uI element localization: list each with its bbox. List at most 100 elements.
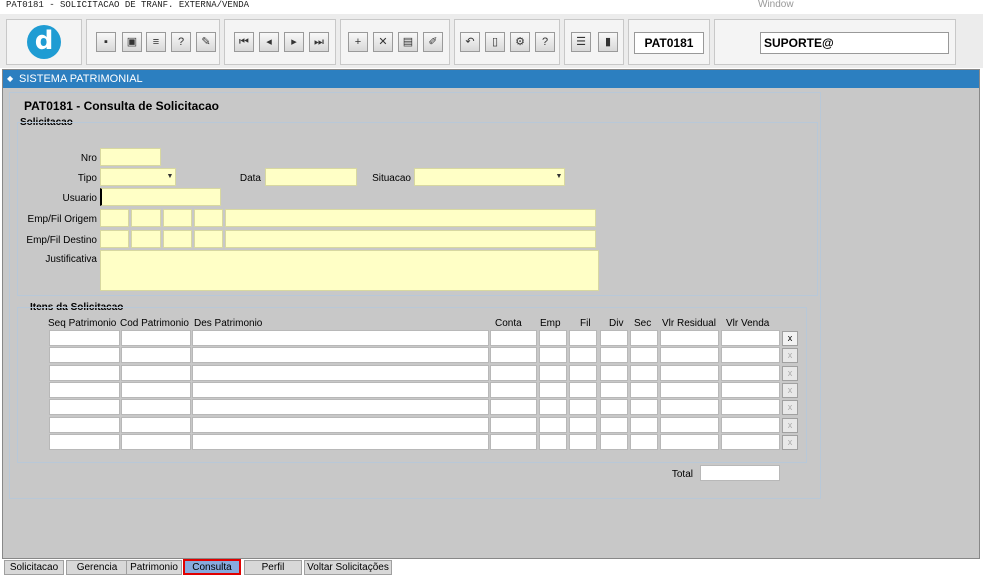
cell-des[interactable] <box>192 416 489 433</box>
cell-div[interactable] <box>600 399 628 416</box>
cell-emp[interactable] <box>539 364 567 381</box>
menu-icon[interactable]: ☰ <box>571 32 591 52</box>
tab-voltar-solicita-es[interactable]: Voltar Solicitações <box>304 560 392 575</box>
delete-row-button[interactable]: x <box>782 400 798 416</box>
data-field[interactable] <box>265 168 357 186</box>
first-record-icon[interactable]: ⏮ <box>234 32 254 52</box>
cell-conta[interactable] <box>490 381 537 398</box>
cell-fil[interactable] <box>569 433 597 450</box>
cell-div[interactable] <box>600 347 628 364</box>
cell-vlr-venda[interactable] <box>721 347 780 364</box>
destino-desc-field[interactable] <box>225 230 596 248</box>
situacao-select[interactable]: ▼ <box>414 168 565 186</box>
origem-div-field[interactable] <box>163 209 192 227</box>
origem-desc-field[interactable] <box>225 209 596 227</box>
delete-row-button[interactable]: x <box>782 365 798 381</box>
cell-des[interactable] <box>192 399 489 416</box>
cell-emp[interactable] <box>539 347 567 364</box>
cell-emp[interactable] <box>539 381 567 398</box>
cell-cod[interactable] <box>121 347 191 364</box>
destino-div-field[interactable] <box>163 230 192 248</box>
delete-row-button[interactable]: x <box>782 331 798 346</box>
cell-fil[interactable] <box>569 347 597 364</box>
next-record-icon[interactable]: ▸ <box>284 32 304 52</box>
cell-conta[interactable] <box>490 416 537 433</box>
chevron-down-icon[interactable]: ▼ <box>554 169 564 185</box>
cell-emp[interactable] <box>539 399 567 416</box>
chevron-down-icon[interactable]: ▼ <box>165 169 175 185</box>
cell-conta[interactable] <box>490 399 537 416</box>
cell-vlr-residual[interactable] <box>660 364 719 381</box>
delete-record-icon[interactable]: ✕ <box>373 32 393 52</box>
destino-fil-field[interactable] <box>131 230 161 248</box>
query-icon[interactable]: ? <box>171 32 191 52</box>
execute-query-icon[interactable]: ✎ <box>196 32 216 52</box>
origem-emp-field[interactable] <box>100 209 129 227</box>
cell-cod[interactable] <box>121 381 191 398</box>
clipboard-icon[interactable]: ▯ <box>485 32 505 52</box>
cell-cod[interactable] <box>121 433 191 450</box>
cell-sec[interactable] <box>630 416 658 433</box>
tab-patrimonio[interactable]: Patrimonio <box>126 560 182 575</box>
save-icon[interactable]: ▪ <box>96 32 116 52</box>
cell-div[interactable] <box>600 381 628 398</box>
cell-fil[interactable] <box>569 381 597 398</box>
cell-des[interactable] <box>192 347 489 364</box>
cell-seq[interactable] <box>49 399 120 416</box>
cell-vlr-venda[interactable] <box>721 330 780 346</box>
cell-seq[interactable] <box>49 347 120 364</box>
delete-row-button[interactable]: x <box>782 417 798 433</box>
cell-des[interactable] <box>192 433 489 450</box>
cell-vlr-residual[interactable] <box>660 433 719 450</box>
cell-vlr-residual[interactable] <box>660 416 719 433</box>
last-record-icon[interactable]: ⏭ <box>309 32 329 52</box>
cell-fil[interactable] <box>569 399 597 416</box>
cell-des[interactable] <box>192 330 489 346</box>
delete-row-button[interactable]: x <box>782 348 798 364</box>
cell-vlr-residual[interactable] <box>660 347 719 364</box>
cell-des[interactable] <box>192 364 489 381</box>
cell-vlr-residual[interactable] <box>660 330 719 346</box>
cell-vlr-venda[interactable] <box>721 399 780 416</box>
destino-emp-field[interactable] <box>100 230 129 248</box>
undo-icon[interactable]: ↶ <box>460 32 480 52</box>
edit-icon[interactable]: ✐ <box>423 32 443 52</box>
cell-seq[interactable] <box>49 381 120 398</box>
cell-div[interactable] <box>600 364 628 381</box>
cell-sec[interactable] <box>630 381 658 398</box>
insert-record-icon[interactable]: + <box>348 32 368 52</box>
tab-perfil[interactable]: Perfil <box>244 560 302 575</box>
cell-conta[interactable] <box>490 330 537 346</box>
cell-cod[interactable] <box>121 416 191 433</box>
window-menu[interactable]: Window <box>758 0 794 10</box>
cell-sec[interactable] <box>630 399 658 416</box>
cell-seq[interactable] <box>49 364 120 381</box>
cell-conta[interactable] <box>490 433 537 450</box>
print-icon[interactable]: ≡ <box>146 32 166 52</box>
cell-seq[interactable] <box>49 330 120 346</box>
exit-icon[interactable]: ▮ <box>598 32 618 52</box>
cell-vlr-venda[interactable] <box>721 433 780 450</box>
cell-div[interactable] <box>600 416 628 433</box>
help-icon[interactable]: ? <box>535 32 555 52</box>
cell-des[interactable] <box>192 381 489 398</box>
previous-record-icon[interactable]: ◂ <box>259 32 279 52</box>
cell-fil[interactable] <box>569 364 597 381</box>
cell-fil[interactable] <box>569 416 597 433</box>
cell-emp[interactable] <box>539 330 567 346</box>
cell-cod[interactable] <box>121 330 191 346</box>
justificativa-field[interactable] <box>100 250 599 291</box>
tab-consulta[interactable]: Consulta <box>183 559 241 575</box>
cell-sec[interactable] <box>630 330 658 346</box>
cell-sec[interactable] <box>630 433 658 450</box>
cell-cod[interactable] <box>121 364 191 381</box>
lov-icon[interactable]: ▤ <box>398 32 418 52</box>
cell-vlr-venda[interactable] <box>721 416 780 433</box>
cell-vlr-residual[interactable] <box>660 381 719 398</box>
cell-div[interactable] <box>600 330 628 346</box>
cell-emp[interactable] <box>539 433 567 450</box>
cell-conta[interactable] <box>490 347 537 364</box>
cell-div[interactable] <box>600 433 628 450</box>
usuario-field[interactable] <box>100 188 221 206</box>
cell-sec[interactable] <box>630 364 658 381</box>
